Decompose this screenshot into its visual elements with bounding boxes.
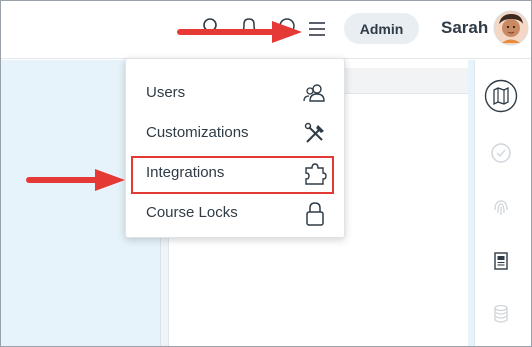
tools-icon: [301, 120, 329, 148]
menu-item-label: Course Locks: [146, 204, 238, 221]
settings-dropdown-menu: Users Customizations Integrations Course…: [125, 58, 345, 238]
user-avatar[interactable]: [493, 10, 529, 46]
menu-item-label: Users: [146, 84, 186, 101]
integrations-highlight-box: [131, 156, 334, 194]
arrow-pointing-integrations: [26, 169, 125, 191]
document-icon[interactable]: [486, 246, 516, 276]
menu-item-users[interactable]: Users: [126, 74, 346, 114]
check-circle-icon[interactable]: [486, 138, 516, 168]
user-name[interactable]: Sarah: [441, 18, 488, 38]
arrow-pointing-menu-icon: [177, 21, 302, 43]
database-icon[interactable]: [486, 299, 516, 329]
menu-item-customizations[interactable]: Customizations: [126, 114, 346, 154]
menu-item-course-locks[interactable]: Course Locks: [126, 194, 346, 234]
map-icon[interactable]: [484, 79, 518, 113]
admin-badge[interactable]: Admin: [344, 13, 419, 44]
lock-icon: [301, 200, 329, 228]
users-icon: [301, 80, 329, 108]
hamburger-menu-icon[interactable]: [307, 19, 327, 43]
fingerprint-icon[interactable]: [486, 193, 516, 223]
app-window: Admin Sarah Users Customizations Integra…: [0, 0, 532, 347]
menu-item-label: Customizations: [146, 124, 249, 141]
